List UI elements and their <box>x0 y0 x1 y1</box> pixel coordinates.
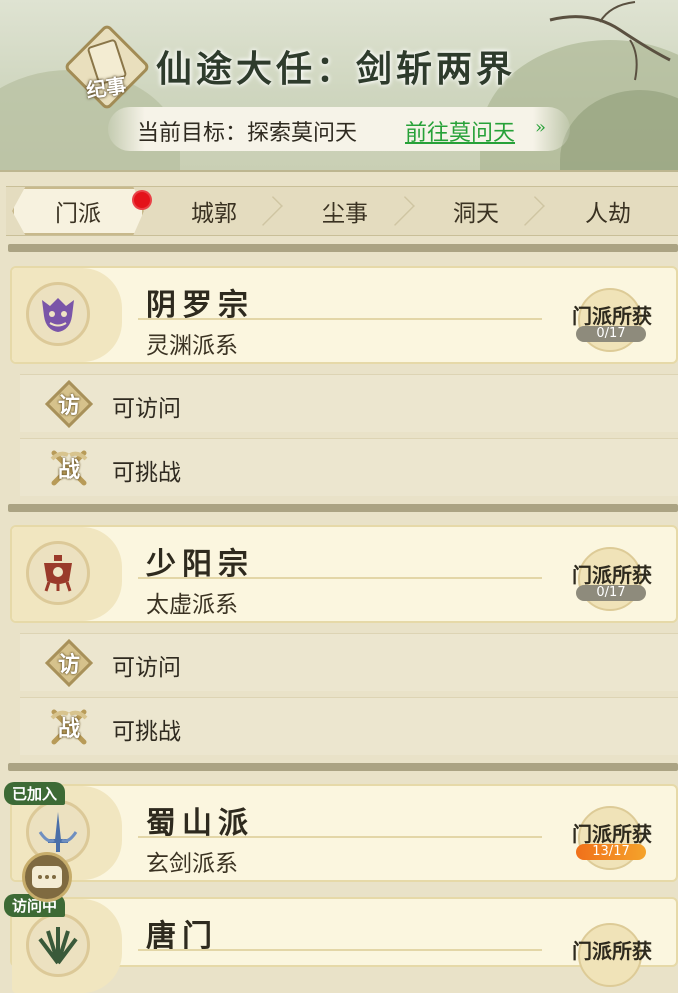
challenge-icon-char: 战 <box>57 457 80 483</box>
fan-icon <box>26 913 90 977</box>
tab-label: 门派 <box>55 201 101 227</box>
reward-count: 0/17 <box>576 585 646 601</box>
challenge-action-row[interactable]: 战 可挑战 <box>20 697 678 755</box>
joined-status-tag: 已加入 <box>4 782 66 805</box>
tree-branch-decoration <box>549 1 671 81</box>
reward-label: 门派所获 <box>572 939 652 963</box>
header-banner: 纪事 仙途大任：剑斩两界 当前目标：探索莫问天 前往莫问天 » <box>0 0 678 172</box>
sect-card[interactable]: 少阳宗 太虚派系 门派所获 0/17 <box>10 525 678 623</box>
cauldron-icon <box>26 541 90 605</box>
divider <box>8 244 678 252</box>
challenge-action-row[interactable]: 战 可挑战 <box>20 438 678 496</box>
chronicle-badge-label: 纪事 <box>84 73 128 103</box>
reward-count: 13/17 <box>576 844 646 860</box>
challenge-icon-char: 战 <box>57 716 80 742</box>
sect-lineage: 玄剑派系 <box>146 851 238 877</box>
divider <box>8 504 678 512</box>
current-goal-text: 当前目标：探索莫问天 <box>137 121 358 146</box>
reward-label: 门派所获 <box>572 563 652 587</box>
sword-graphic <box>38 812 78 852</box>
visit-action-row[interactable]: 访 可访问 <box>20 374 678 432</box>
sect-reward[interactable]: 门派所获 <box>564 923 660 987</box>
chat-dot <box>45 875 49 879</box>
tab-label: 尘事 <box>322 201 368 227</box>
challenge-label: 可挑战 <box>112 719 181 745</box>
reward-label: 门派所获 <box>572 304 652 328</box>
visit-icon: 访 <box>44 638 94 688</box>
reward-label: 门派所获 <box>572 822 652 846</box>
chat-button[interactable] <box>22 852 72 902</box>
tab-label: 人劫 <box>585 201 631 227</box>
cauldron-graphic <box>44 555 72 592</box>
visit-icon-char: 访 <box>57 652 80 678</box>
chat-icon <box>32 866 62 888</box>
sect-card[interactable]: 蜀山派 玄剑派系 门派所获 13/17 <box>10 784 678 882</box>
tab-sects[interactable]: 门派 <box>12 187 144 235</box>
visit-label: 可访问 <box>112 396 181 422</box>
visit-icon: 访 <box>44 379 94 429</box>
sect-lineage: 灵渊派系 <box>146 333 238 359</box>
notification-dot <box>132 190 152 210</box>
crossed-swords-icon: 战 <box>48 447 90 489</box>
name-underline <box>138 318 542 320</box>
crossed-swords-icon: 战 <box>48 706 90 748</box>
page-title: 仙途大任：剑斩两界 <box>156 48 517 90</box>
visit-label: 可访问 <box>112 655 181 681</box>
fan-graphic <box>38 927 78 965</box>
divider <box>8 763 678 771</box>
double-chevron-right-icon: » <box>535 117 547 138</box>
tab-human-tribulation[interactable]: 人劫 <box>542 187 674 235</box>
name-underline <box>138 949 542 951</box>
reward-count: 0/17 <box>576 326 646 342</box>
chat-dot <box>38 875 42 879</box>
demon-mask-graphic <box>42 298 74 332</box>
visit-action-row[interactable]: 访 可访问 <box>20 633 678 691</box>
sect-lineage: 太虚派系 <box>146 592 238 618</box>
sect-reward[interactable]: 门派所获 0/17 <box>564 547 660 611</box>
goto-goal-link[interactable]: 前往莫问天 <box>405 115 515 147</box>
name-underline <box>138 836 542 838</box>
challenge-label: 可挑战 <box>112 460 181 486</box>
demon-mask-icon <box>26 282 90 346</box>
chat-dot <box>52 875 56 879</box>
sect-card[interactable]: 阴罗宗 灵渊派系 门派所获 0/17 <box>10 266 678 364</box>
visit-icon-char: 访 <box>57 393 80 419</box>
name-underline <box>138 577 542 579</box>
sect-reward[interactable]: 门派所获 13/17 <box>564 806 660 870</box>
category-tabs: 门派 城郭 尘事 洞天 人劫 <box>6 186 678 236</box>
tab-label: 城郭 <box>191 201 237 227</box>
sect-reward[interactable]: 门派所获 0/17 <box>564 288 660 352</box>
tab-label: 洞天 <box>453 201 499 227</box>
sect-card[interactable]: 唐门 门派所获 <box>10 897 678 993</box>
